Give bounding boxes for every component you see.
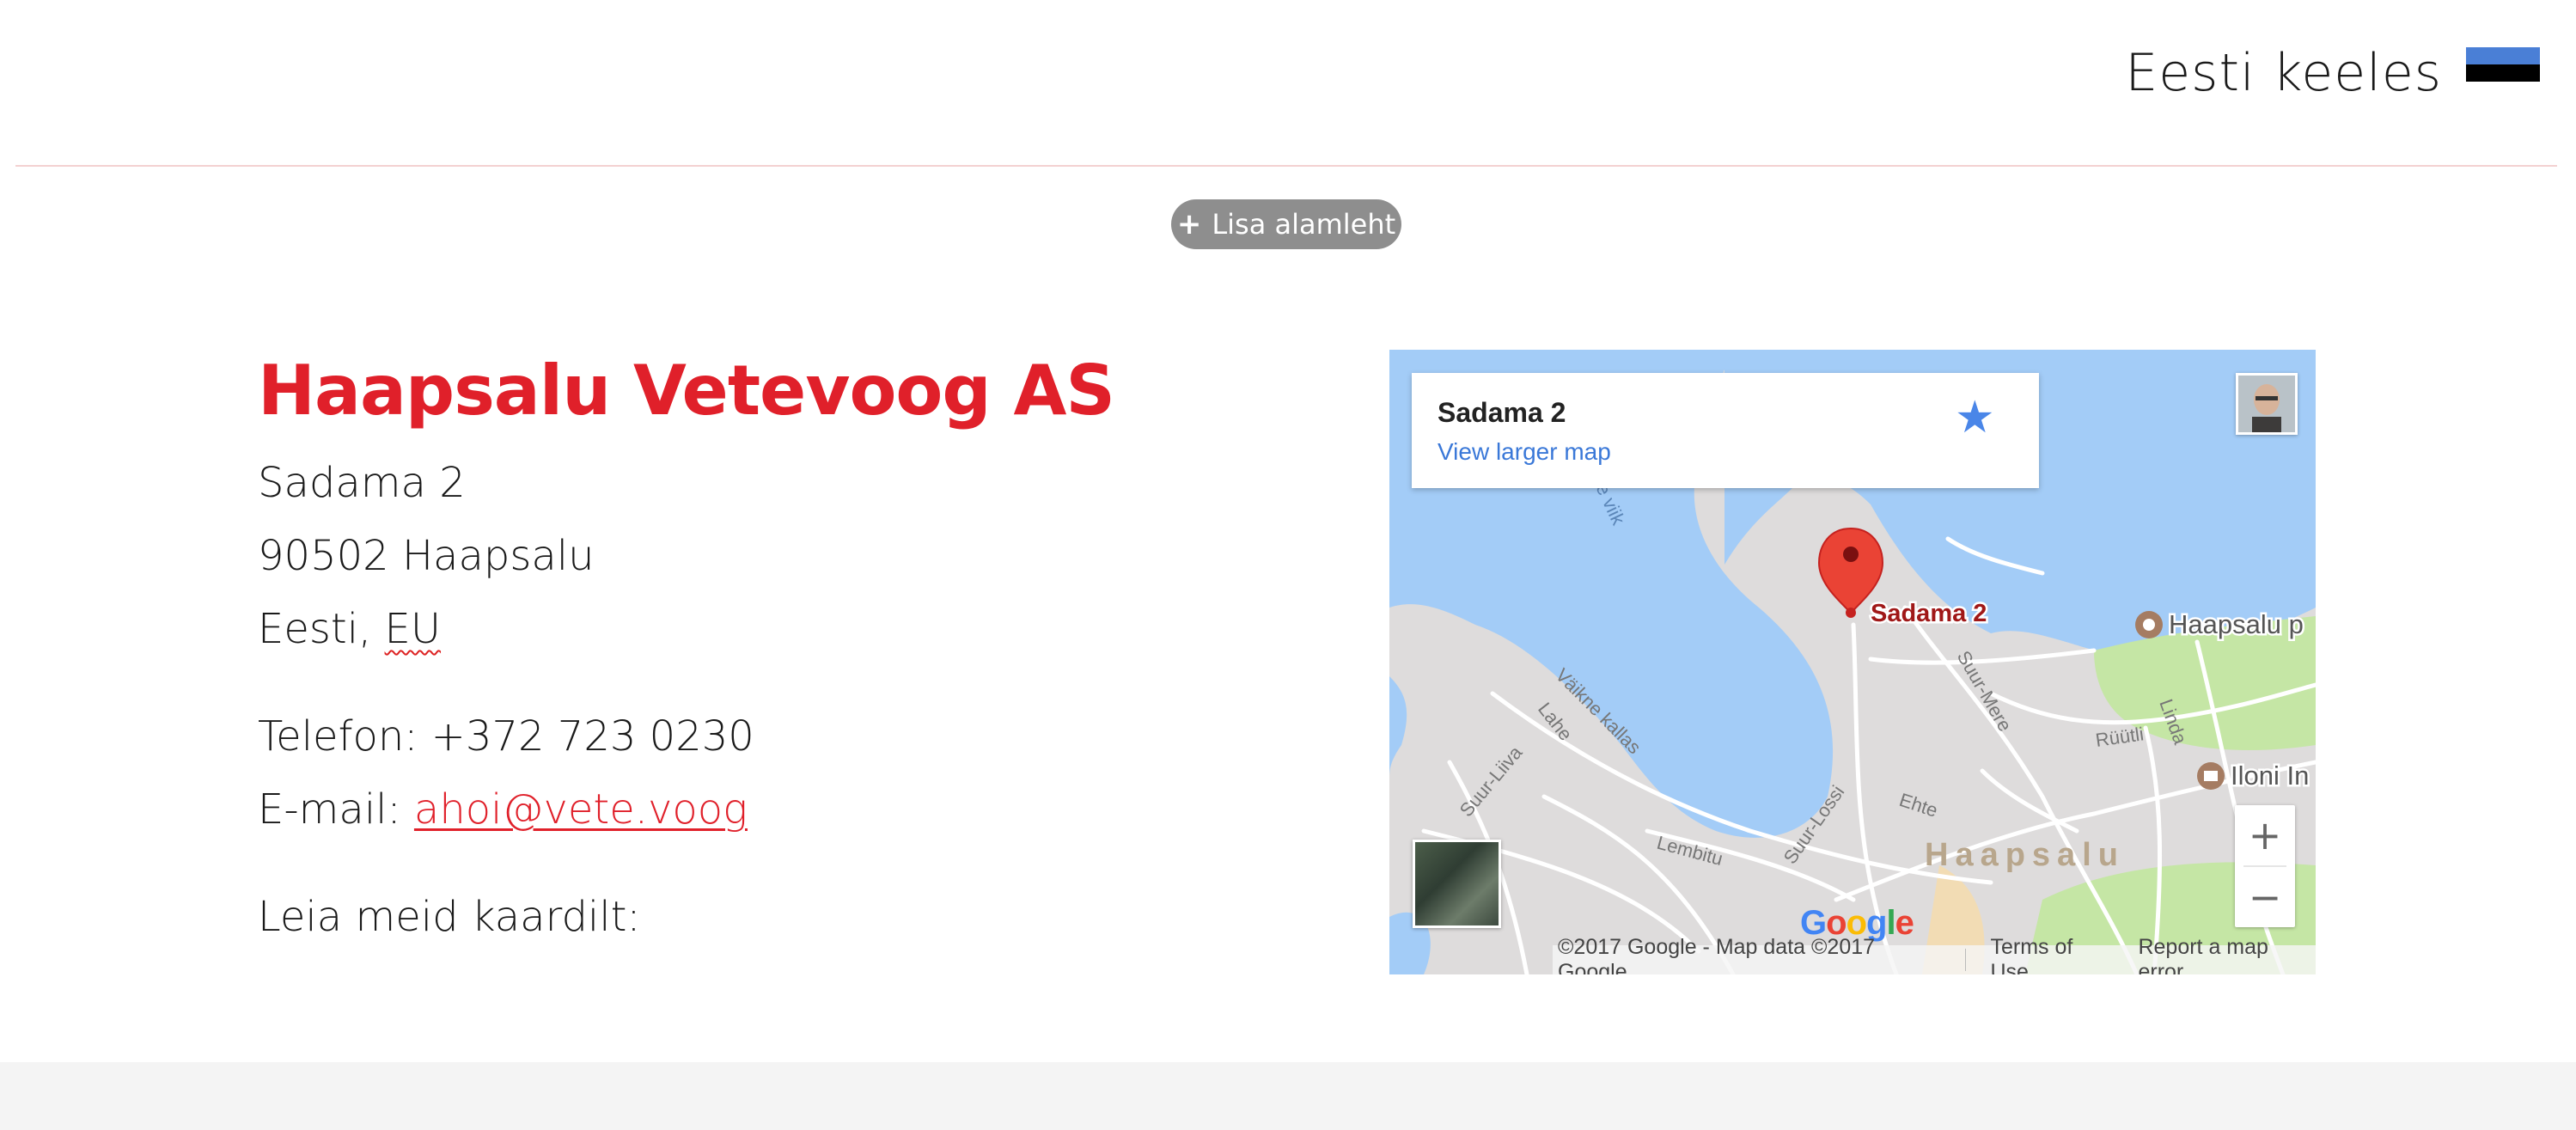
- email-label: E-mail:: [258, 785, 414, 834]
- map-place-name: Sadama 2: [1438, 397, 1566, 428]
- plus-icon: +: [1176, 207, 1202, 241]
- add-subpage-label: Lisa alamleht: [1212, 208, 1396, 241]
- poi-iloni-label: Iloni In: [2231, 760, 2309, 791]
- phone-number: Telefon: +372 723 0230: [258, 712, 754, 760]
- marker-label: Sadama 2: [1871, 600, 1987, 627]
- map-info-card: Sadama 2 View larger map ★: [1412, 373, 2039, 488]
- header-divider: [15, 165, 2557, 167]
- language-switcher[interactable]: Eesti keeles: [2125, 43, 2540, 103]
- map-prompt: Leia meid kaardilt:: [258, 893, 641, 941]
- poi-haapsalu-label: Haapsalu p: [2169, 609, 2304, 639]
- satellite-toggle-button[interactable]: [1413, 840, 1501, 928]
- map-footer: ©2017 Google - Map data ©2017 Google Ter…: [1553, 935, 2316, 974]
- address-country: Eesti, EU: [258, 593, 1203, 666]
- address-country-eu: EU: [384, 605, 442, 653]
- footer-divider: [1965, 949, 1967, 971]
- zoom-controls: + −: [2235, 805, 2295, 927]
- page-footer: [0, 1062, 2576, 1130]
- estonian-flag-icon: [2466, 47, 2540, 99]
- report-map-error-link[interactable]: Report a map error: [2138, 935, 2316, 974]
- terms-of-use-link[interactable]: Terms of Use: [1990, 935, 2114, 974]
- map-copyright: ©2017 Google - Map data ©2017 Google: [1558, 935, 1876, 974]
- add-subpage-button[interactable]: + Lisa alamleht: [1171, 199, 1401, 249]
- town-label-haapsalu: Haapsalu: [1925, 837, 2125, 873]
- user-avatar[interactable]: [2236, 373, 2298, 435]
- address-street: Sadama 2: [258, 459, 466, 507]
- poi-iloni-icon[interactable]: [2197, 762, 2225, 790]
- address-city: 90502 Haapsalu: [258, 532, 595, 580]
- contact-info: Haapsalu Vetevoog AS Sadama 2 90502 Haap…: [258, 344, 1203, 954]
- address-country-prefix: Eesti,: [258, 605, 385, 653]
- email-line: E-mail: ahoi@vete.voog: [258, 773, 1203, 846]
- company-name: Haapsalu Vetevoog AS: [258, 351, 1115, 431]
- language-label[interactable]: Eesti keeles: [2125, 43, 2442, 103]
- save-star-icon[interactable]: ★: [1955, 392, 1995, 443]
- zoom-in-button[interactable]: +: [2235, 805, 2295, 865]
- google-map[interactable]: Suur-Liiva Lahe Väikne kallas Lembitu Su…: [1389, 350, 2316, 974]
- view-larger-map-link[interactable]: View larger map: [1438, 438, 1611, 466]
- email-link[interactable]: ahoi@vete.voog: [414, 785, 748, 834]
- poi-haapsalu-icon[interactable]: [2135, 611, 2163, 638]
- zoom-out-button[interactable]: −: [2235, 867, 2295, 927]
